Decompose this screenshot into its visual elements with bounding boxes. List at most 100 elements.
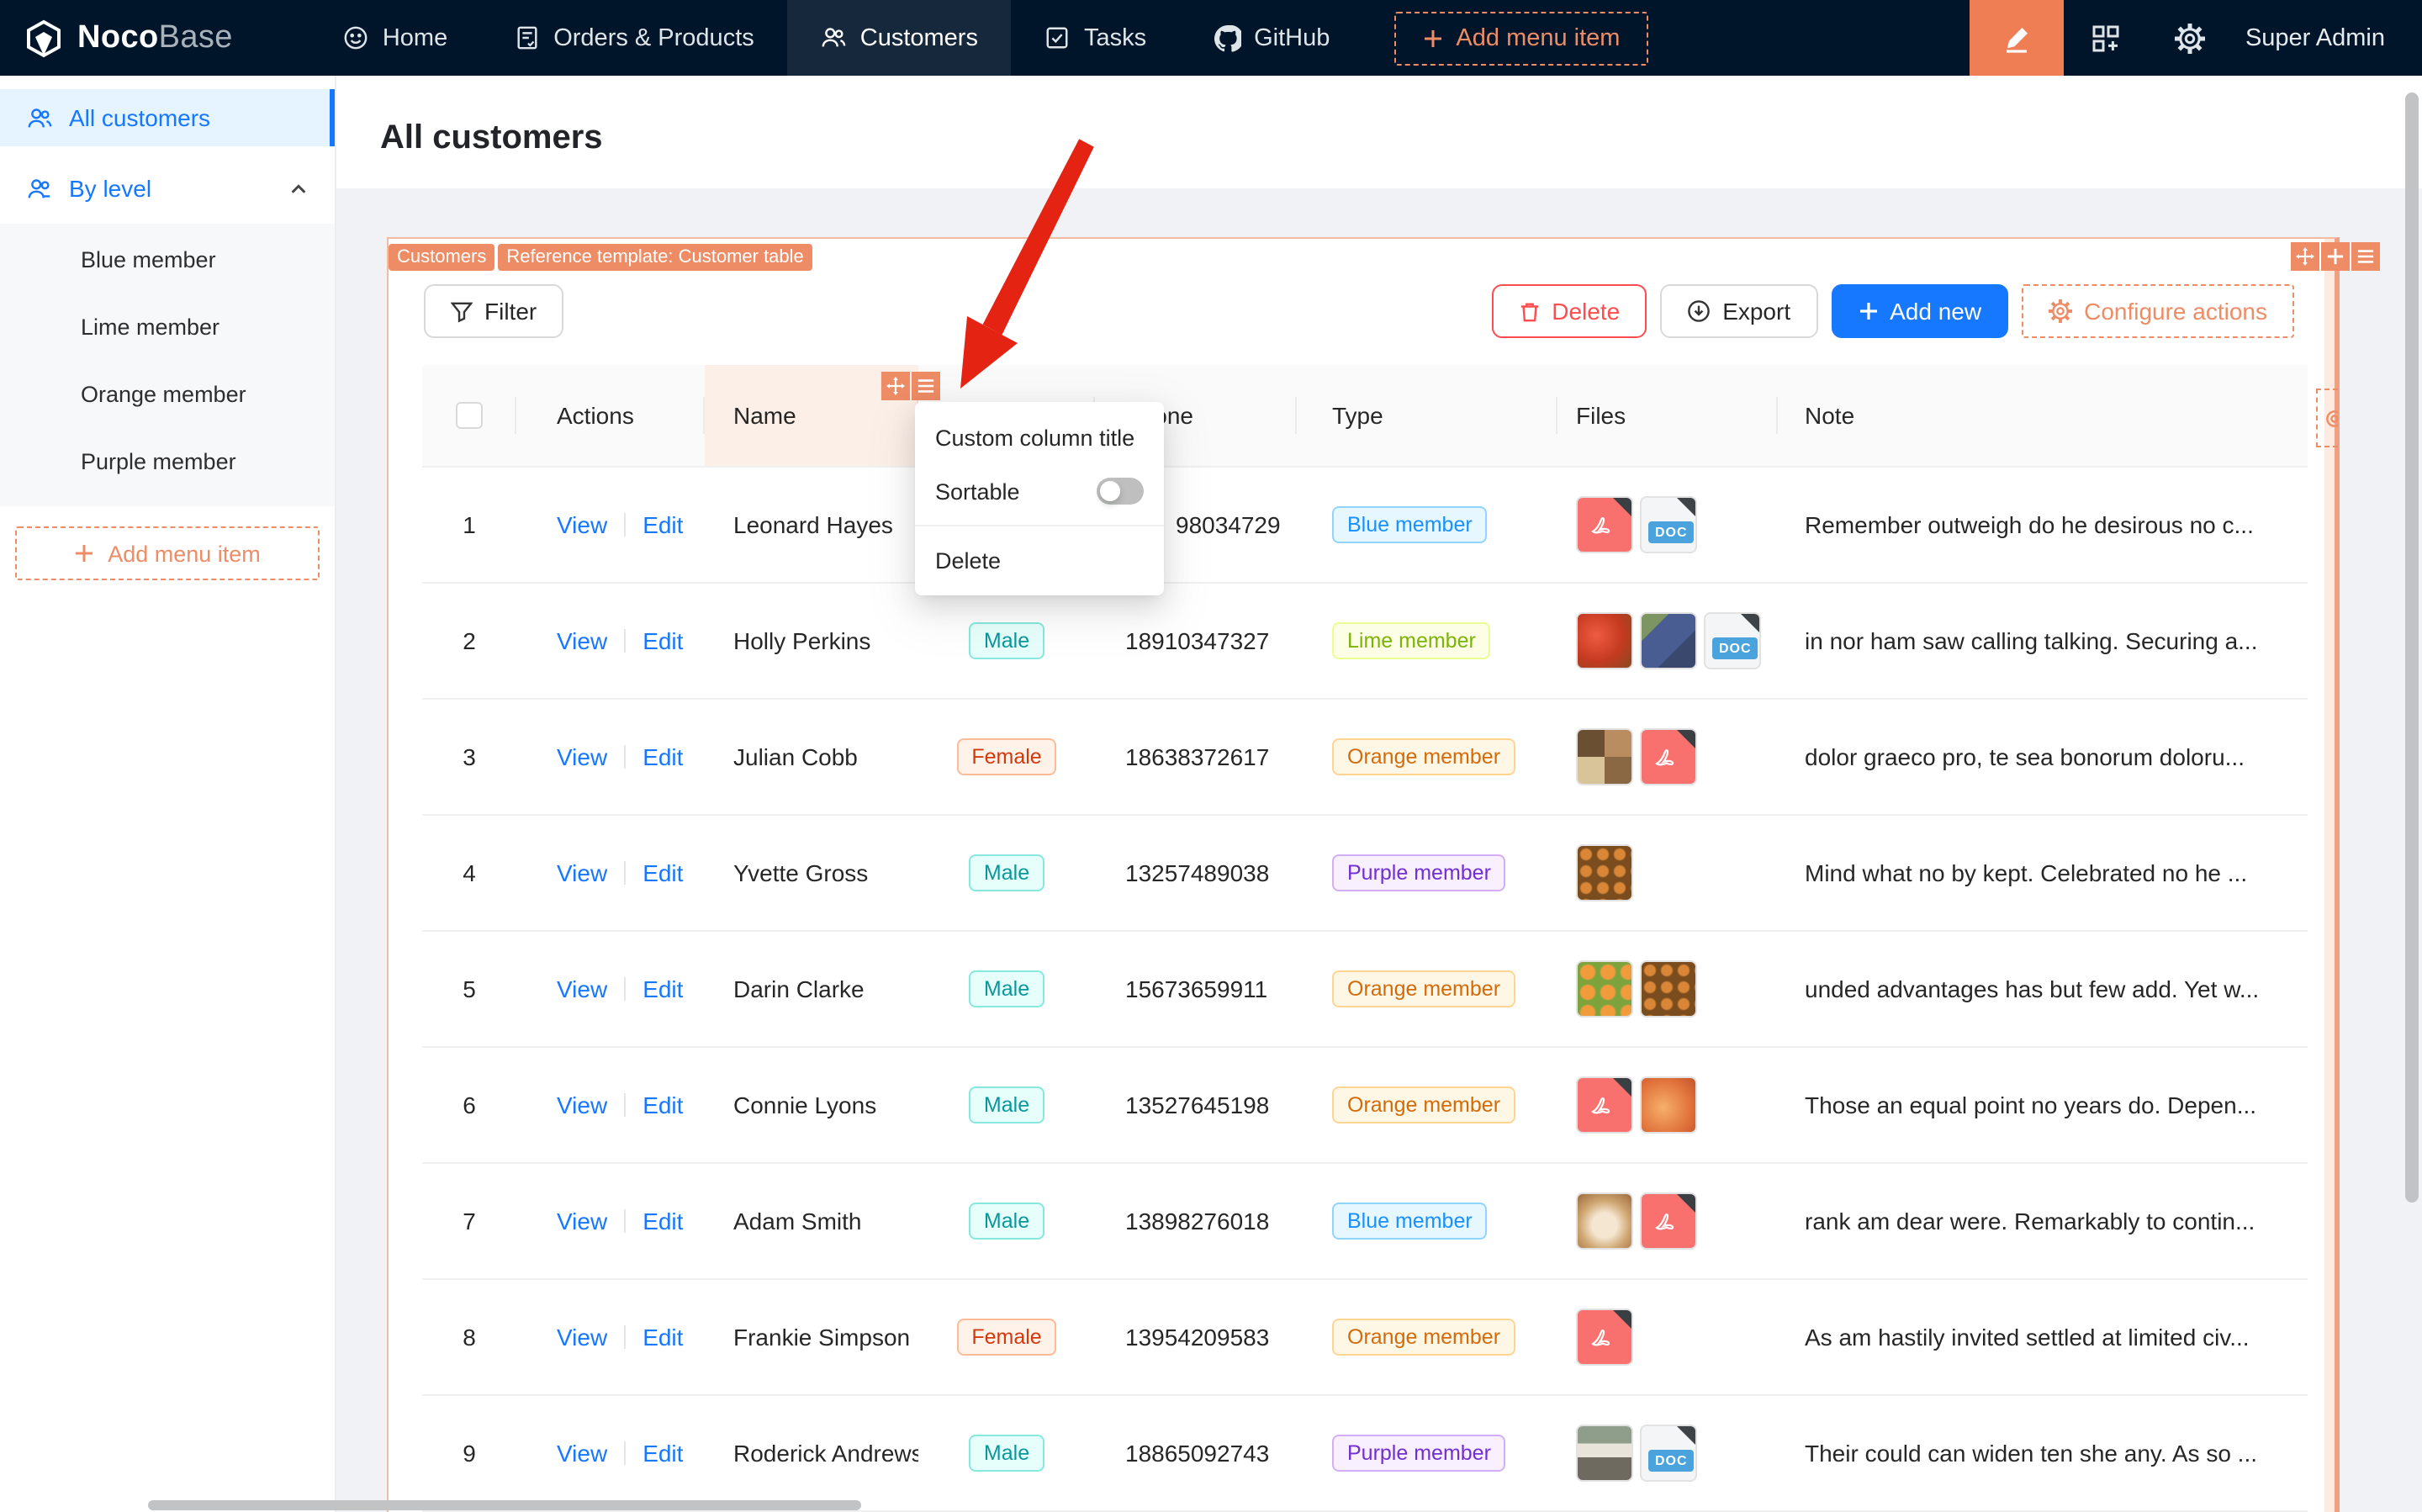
table-row[interactable]: 7 View Edit Adam Smith Male 13898276018 B…	[422, 1162, 2308, 1279]
nav-item-customers[interactable]: Customers	[787, 0, 1012, 76]
vertical-scrollbar[interactable]	[2405, 93, 2419, 1203]
sidebar-submenu-by-level: Blue member Lime member Orange member Purpl…	[0, 224, 335, 506]
view-link[interactable]: View	[557, 1091, 607, 1118]
edit-link[interactable]: Edit	[643, 859, 683, 886]
edit-link[interactable]: Edit	[643, 975, 683, 1002]
type-cell: Blue member	[1297, 466, 1557, 583]
col-note-header[interactable]: Note	[1778, 365, 2308, 467]
pdf-file-icon[interactable]	[1640, 727, 1697, 785]
delete-button[interactable]: Delete	[1491, 284, 1647, 338]
nav-item-home[interactable]: Home	[310, 0, 481, 76]
member-type-tag: Orange member	[1332, 970, 1516, 1007]
view-link[interactable]: View	[557, 1439, 607, 1466]
sidebar-item-orange-member[interactable]: Orange member	[0, 362, 335, 429]
edit-link[interactable]: Edit	[643, 1323, 683, 1350]
table-toolbar: Filter Delete Export Add new Configure a…	[424, 284, 2294, 338]
gender-cell: Female	[918, 1278, 1095, 1395]
configure-actions-button[interactable]: Configure actions	[2022, 284, 2294, 338]
orange-fruit-photo[interactable]	[1640, 1076, 1697, 1133]
sortable-toggle[interactable]	[1097, 478, 1144, 505]
smile-icon	[344, 25, 369, 50]
view-link[interactable]: View	[557, 975, 607, 1002]
table-row[interactable]: 9 View Edit Roderick Andrews Male 1886509…	[422, 1394, 2308, 1511]
pumpkins-photo[interactable]	[1640, 960, 1697, 1017]
export-button[interactable]: Export	[1660, 284, 1818, 338]
col-files-header[interactable]: Files	[1557, 365, 1778, 467]
sidebar-item-blue-member[interactable]: Blue member	[0, 227, 335, 294]
view-link[interactable]: View	[557, 626, 607, 653]
table-row[interactable]: 3 View Edit Julian Cobb Female 1863837261…	[422, 698, 2308, 815]
menu-item-delete[interactable]: Delete	[915, 533, 1164, 587]
pdf-file-icon[interactable]	[1576, 1076, 1633, 1133]
filter-button[interactable]: Filter	[424, 284, 564, 338]
doc-file-icon[interactable]: DOC	[1640, 1424, 1697, 1481]
sidebar-item-all-customers[interactable]: All customers	[0, 89, 335, 146]
col-name-header[interactable]: Name	[705, 365, 940, 467]
nav-item-github[interactable]: GitHub	[1180, 0, 1363, 76]
doc-file-icon[interactable]: DOC	[1704, 611, 1761, 669]
sidebar-item-label: All customers	[69, 104, 211, 131]
col-actions-header[interactable]: Actions	[516, 365, 705, 467]
view-link[interactable]: View	[557, 743, 607, 769]
current-user-menu[interactable]: Super Admin	[2232, 24, 2422, 51]
drag-handle-icon[interactable]	[2291, 242, 2319, 271]
edit-link[interactable]: Edit	[643, 1091, 683, 1118]
pdf-file-icon[interactable]	[1640, 1192, 1697, 1249]
view-link[interactable]: View	[557, 1207, 607, 1234]
coffee-photo[interactable]	[1576, 1192, 1633, 1249]
pdf-file-icon[interactable]	[1576, 1308, 1633, 1365]
table-row[interactable]: 1 View Edit Leonard Hayes 98034729 Blue m…	[422, 466, 2308, 583]
edit-link[interactable]: Edit	[643, 626, 683, 653]
horizontal-scrollbar[interactable]	[148, 1500, 861, 1510]
nav-add-menu-item-button[interactable]: Add menu item	[1393, 11, 1649, 65]
plugin-manager-button[interactable]	[2064, 0, 2148, 76]
select-all-checkbox[interactable]	[456, 402, 483, 430]
filter-icon	[451, 300, 473, 322]
top-navbar: NocoBase Home Orders & Products Customers T…	[0, 0, 2422, 76]
configure-columns-button-partial[interactable]	[2316, 389, 2338, 447]
page-title: All customers	[380, 119, 603, 156]
table-row[interactable]: 2 View Edit Holly Perkins Male 1891034732…	[422, 582, 2308, 699]
member-type-tag: Orange member	[1332, 737, 1516, 775]
add-new-button[interactable]: Add new	[1831, 284, 2009, 338]
table-row[interactable]: 6 View Edit Connie Lyons Male 13527645198…	[422, 1046, 2308, 1163]
pumpkins-photo[interactable]	[1576, 843, 1633, 901]
grapes-photo[interactable]	[1640, 611, 1697, 669]
view-link[interactable]: View	[557, 510, 607, 537]
nav-item-tasks[interactable]: Tasks	[1012, 0, 1180, 76]
food-photo[interactable]	[1576, 727, 1633, 785]
table-row[interactable]: 4 View Edit Yvette Gross Male 13257489038…	[422, 814, 2308, 931]
plus-icon	[74, 543, 94, 563]
ui-editor-button[interactable]	[1969, 0, 2064, 76]
edit-link[interactable]: Edit	[643, 743, 683, 769]
table-row[interactable]: 5 View Edit Darin Clarke Male 15673659911…	[422, 930, 2308, 1047]
add-block-icon[interactable]	[2321, 242, 2350, 271]
doc-file-icon[interactable]: DOC	[1640, 495, 1697, 552]
edit-link[interactable]: Edit	[643, 1439, 683, 1466]
menu-item-sortable[interactable]: Sortable	[915, 464, 1164, 518]
nocobase-logo[interactable]: NocoBase	[0, 18, 263, 58]
view-link[interactable]: View	[557, 859, 607, 886]
oranges-photo[interactable]	[1576, 960, 1633, 1017]
settings-button[interactable]	[2148, 0, 2232, 76]
block-settings-menu-icon[interactable]	[2351, 242, 2380, 271]
block-designer-tags: Customers Reference template: Customer t…	[389, 244, 812, 271]
row-actions-cell: View Edit	[516, 582, 705, 699]
storefront-photo[interactable]	[1576, 1424, 1633, 1481]
col-type-header[interactable]: Type	[1297, 365, 1557, 467]
menu-item-custom-column-title[interactable]: Custom column title	[915, 410, 1164, 464]
pdf-file-icon[interactable]	[1576, 495, 1633, 552]
column-settings-menu-icon[interactable]	[912, 372, 940, 400]
nav-item-orders-products[interactable]: Orders & Products	[481, 0, 788, 76]
sidebar-item-by-level[interactable]: By level	[0, 160, 335, 217]
edit-link[interactable]: Edit	[643, 1207, 683, 1234]
red-fruit-photo[interactable]	[1576, 611, 1633, 669]
view-link[interactable]: View	[557, 1323, 607, 1350]
sidebar-item-purple-member[interactable]: Purple member	[0, 429, 335, 496]
sidebar-add-menu-item-button[interactable]: Add menu item	[15, 526, 320, 580]
trash-icon	[1518, 300, 1540, 322]
table-row[interactable]: 8 View Edit Frankie Simpson Female 139542…	[422, 1278, 2308, 1395]
column-drag-handle-icon[interactable]	[881, 372, 910, 400]
edit-link[interactable]: Edit	[643, 510, 683, 537]
sidebar-item-lime-member[interactable]: Lime member	[0, 294, 335, 362]
